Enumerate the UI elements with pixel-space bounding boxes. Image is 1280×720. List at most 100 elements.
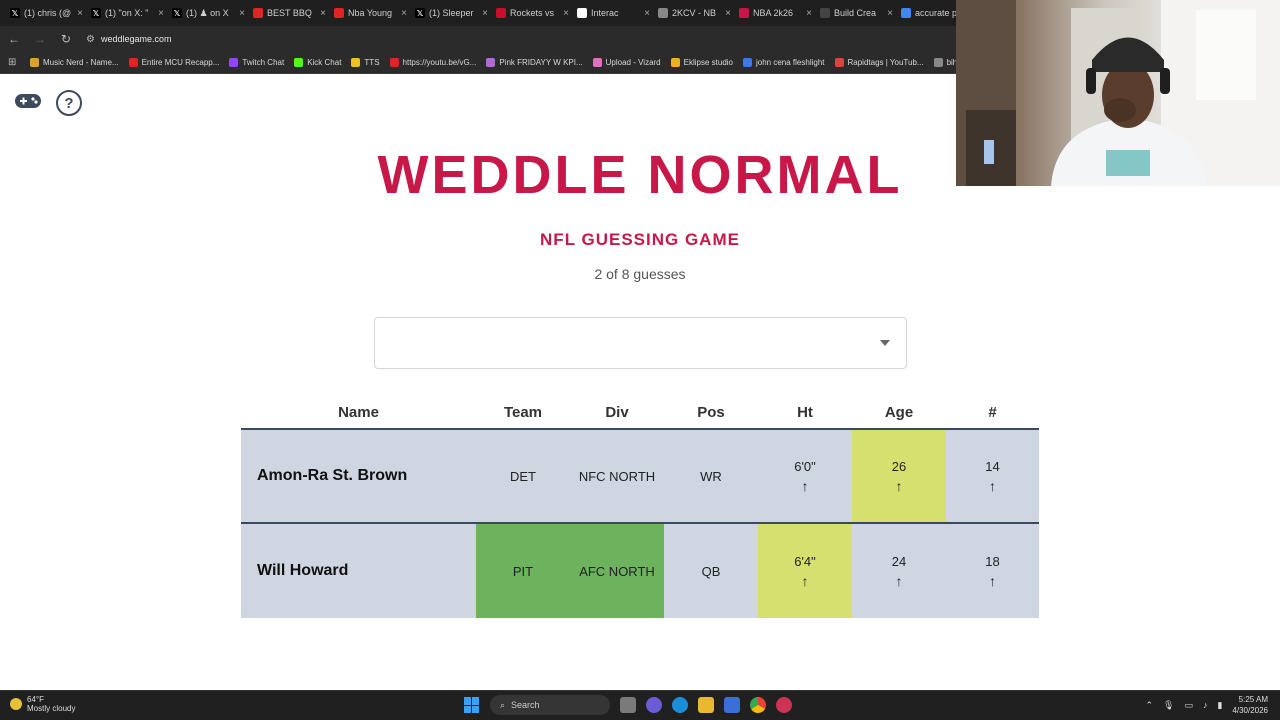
col-div-header: Div: [605, 403, 629, 421]
bookmark-label: Entire MCU Recapp...: [141, 58, 220, 67]
bookmark-item[interactable]: TTS: [351, 58, 380, 67]
battery-icon[interactable]: ▮: [1217, 700, 1222, 711]
arrow-up-icon: ↑: [989, 572, 996, 589]
clock-date: 4/30/2026: [1232, 706, 1268, 715]
windows-taskbar: 64°F Mostly cloudy ⌕ Search ⌃ 🎙 ▭ ♪ ▮ 5:…: [0, 690, 1280, 720]
tab-title: BEST BBQ: [267, 8, 312, 18]
cell-value: DET: [510, 468, 536, 484]
bookmark-item[interactable]: Eklipse studio: [670, 58, 733, 67]
edge-icon[interactable]: [672, 697, 688, 713]
chrome-icon[interactable]: [750, 697, 766, 713]
bookmark-label: Twitch Chat: [242, 58, 285, 67]
browser-tab[interactable]: 𝕏 (1) chris (@ ×: [6, 2, 87, 24]
taskbar-search-label: Search: [511, 700, 540, 710]
col-name-header: Name: [338, 403, 379, 421]
tab-title: NBA 2k26: [753, 8, 794, 18]
reload-icon[interactable]: ↻: [60, 32, 72, 46]
taskbar-apps: ⌕ Search: [464, 695, 792, 715]
bookmark-label: TTS: [364, 58, 380, 67]
browser-tab[interactable]: 𝕏 (1) Sleeper ×: [411, 2, 492, 24]
browser-tab[interactable]: 𝕏 (1) "on X: " ×: [87, 2, 168, 24]
url-text: weddlegame.com: [100, 34, 172, 44]
guess-row: Will Howard PIT AFC NORTH QB 6'4" ↑ 24 ↑ 18 ↑: [241, 524, 1039, 618]
browser-tab[interactable]: Rockets vs ×: [492, 2, 573, 24]
cell-value: NFC NORTH: [578, 468, 656, 484]
webcam-overlay: [956, 0, 1280, 186]
store-icon[interactable]: [724, 697, 740, 713]
task-view-icon[interactable]: [620, 697, 636, 713]
close-icon[interactable]: ×: [77, 8, 83, 19]
bookmark-favicon-icon: [294, 58, 304, 67]
chevron-up-icon[interactable]: ⌃: [1145, 700, 1153, 711]
bookmark-item[interactable]: Entire MCU Recapp...: [128, 58, 220, 67]
browser-tab[interactable]: Build Crea ×: [816, 2, 897, 24]
volume-icon[interactable]: ♪: [1203, 700, 1208, 710]
weather-widget[interactable]: 64°F Mostly cloudy: [10, 695, 75, 713]
bookmark-label: Eklipse studio: [683, 58, 733, 67]
obs-icon[interactable]: [776, 697, 792, 713]
close-icon[interactable]: ×: [401, 8, 407, 19]
col-height-header: Ht: [797, 403, 813, 421]
chevron-down-icon[interactable]: [880, 340, 890, 346]
bookmark-label: https://youtu.be/vG...: [402, 58, 477, 67]
col-age-header: Age: [884, 403, 914, 421]
start-icon[interactable]: [464, 697, 480, 713]
browser-tab[interactable]: 𝕏 (1) ♟ on X ×: [168, 2, 249, 24]
bookmark-item[interactable]: Upload - Vizard: [592, 58, 661, 67]
apps-grid-icon[interactable]: ⊞: [8, 57, 20, 68]
close-icon[interactable]: ×: [239, 8, 245, 19]
player-name: Will Howard: [257, 562, 349, 579]
close-icon[interactable]: ×: [887, 8, 893, 19]
close-icon[interactable]: ×: [806, 8, 812, 19]
url-field[interactable]: ⚙ weddlegame.com: [86, 34, 172, 45]
close-icon[interactable]: ×: [482, 8, 488, 19]
cell-value: 24: [891, 553, 907, 569]
close-icon[interactable]: ×: [158, 8, 164, 19]
cell-value: 18: [985, 553, 1000, 569]
bookmark-item[interactable]: Music Nerd - Name...: [30, 58, 119, 67]
browser-tab[interactable]: NBA 2k26 ×: [735, 2, 816, 24]
clock[interactable]: 5:25 AM 4/30/2026: [1232, 694, 1268, 716]
gamepad-icon[interactable]: [14, 92, 42, 115]
bookmark-label: Rapidtags | YouTub...: [847, 58, 924, 67]
network-icon[interactable]: ▭: [1184, 700, 1193, 711]
cell-value: 26: [891, 458, 907, 474]
close-icon[interactable]: ×: [644, 8, 650, 19]
forward-icon[interactable]: →: [34, 32, 46, 46]
microphone-icon[interactable]: 🎙: [1163, 700, 1174, 711]
browser-tab[interactable]: Nba Young ×: [330, 2, 411, 24]
close-icon[interactable]: ×: [563, 8, 569, 19]
weather-temp: 64°F: [27, 695, 44, 704]
arrow-up-icon: ↑: [895, 572, 903, 589]
close-icon[interactable]: ×: [725, 8, 731, 19]
col-number-header: #: [988, 403, 997, 421]
arrow-up-icon: ↑: [989, 477, 996, 494]
file-explorer-icon[interactable]: [698, 697, 714, 713]
copilot-icon[interactable]: [646, 697, 662, 713]
close-icon[interactable]: ×: [320, 8, 326, 19]
bookmark-item[interactable]: Kick Chat: [294, 58, 341, 67]
search-icon: ⌕: [500, 699, 506, 710]
browser-tab[interactable]: 2KCV - NB ×: [654, 2, 735, 24]
bookmark-label: Kick Chat: [307, 58, 342, 67]
bookmark-item[interactable]: Rapidtags | YouTub...: [834, 58, 924, 67]
help-icon[interactable]: ?: [56, 90, 82, 116]
site-info-icon[interactable]: ⚙: [86, 34, 95, 45]
bookmark-item[interactable]: https://youtu.be/vG...: [389, 58, 477, 67]
table-body: Amon-Ra St. Brown DET NFC NORTH WR 6'0" ↑ 26 ↑ 1…: [241, 430, 1039, 618]
bookmark-item[interactable]: Pink FRIDAYY W KPI...: [486, 58, 583, 67]
bookmark-item[interactable]: Twitch Chat: [229, 58, 284, 67]
taskbar-search[interactable]: ⌕ Search: [490, 695, 610, 715]
col-number-cell: 14 ↑: [946, 430, 1039, 522]
tab-title: (1) Sleeper: [429, 8, 474, 18]
bookmark-favicon-icon: [834, 58, 844, 67]
browser-tab[interactable]: BEST BBQ ×: [249, 2, 330, 24]
cell-value: PIT: [512, 563, 534, 579]
col-team-header: Team: [503, 403, 543, 421]
back-icon[interactable]: ←: [8, 32, 20, 46]
col-team-cell: DET: [476, 430, 570, 522]
bookmark-item[interactable]: john cena fleshlight: [743, 58, 825, 67]
generic-icon: [820, 8, 830, 18]
player-search-select[interactable]: [374, 317, 907, 369]
browser-tab[interactable]: Interac ×: [573, 2, 654, 24]
